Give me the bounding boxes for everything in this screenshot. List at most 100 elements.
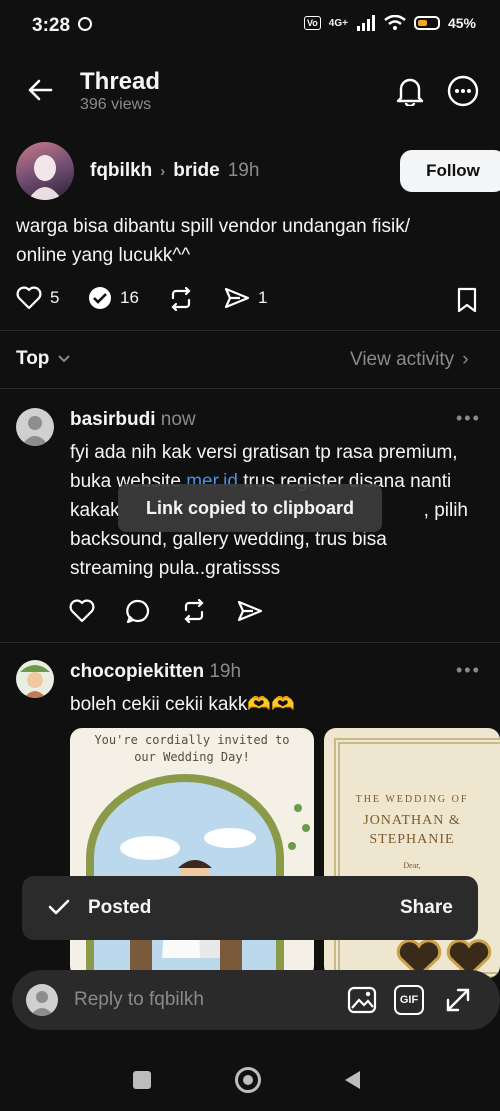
battery-icon bbox=[413, 16, 440, 30]
repost-icon bbox=[184, 598, 204, 624]
couple-illustration bbox=[86, 774, 310, 978]
like-action[interactable]: 5 bbox=[16, 286, 59, 310]
chevron-right-icon: › bbox=[160, 162, 166, 180]
more-options-button[interactable] bbox=[446, 74, 480, 108]
chevron-right-icon: › bbox=[462, 349, 469, 370]
send-icon bbox=[237, 600, 263, 622]
like-count: 5 bbox=[50, 288, 60, 307]
reply-more-button[interactable]: ••• bbox=[456, 408, 481, 429]
heart-icon bbox=[16, 286, 42, 310]
expand-icon bbox=[446, 988, 470, 1012]
reply-header: chocopiekitten 19h bbox=[70, 661, 241, 683]
reply-time: 19h bbox=[209, 661, 242, 682]
comment-icon bbox=[126, 599, 150, 624]
view-activity-label: View activity bbox=[350, 349, 455, 370]
back-nav-button[interactable] bbox=[342, 1069, 362, 1091]
composer-avatar bbox=[26, 984, 58, 1016]
reply-text-line: streaming pula..gratissss bbox=[70, 558, 281, 579]
verified-replies-action[interactable]: 16 bbox=[88, 286, 139, 310]
share-count: 1 bbox=[258, 288, 268, 307]
gif-label: GIF bbox=[399, 994, 419, 1006]
more-dots-icon: ••• bbox=[456, 408, 481, 428]
card-text: JONATHAN & bbox=[363, 813, 461, 828]
posted-snackbar: Posted Share bbox=[22, 876, 478, 940]
post-author-avatar[interactable] bbox=[16, 142, 74, 200]
status-time: 3:28 bbox=[32, 15, 71, 36]
reply-text-line: fyi ada nih kak versi gratisan tp rasa p… bbox=[70, 442, 458, 463]
card-text: Dear, bbox=[403, 861, 421, 870]
signal-icon bbox=[356, 15, 375, 31]
reply-username[interactable]: basirbudi bbox=[70, 409, 156, 430]
bookmark-icon bbox=[457, 287, 477, 313]
divider bbox=[0, 388, 500, 389]
checkmark-icon bbox=[48, 899, 70, 915]
repost-icon bbox=[171, 286, 191, 312]
repost-button[interactable] bbox=[166, 284, 196, 314]
reply-comment-button[interactable] bbox=[124, 597, 152, 625]
repost-count: 16 bbox=[120, 288, 139, 307]
reply-text: boleh cekii cekii kakk🫶🫶 bbox=[70, 694, 295, 715]
system-nav-bar bbox=[0, 1040, 500, 1111]
battery-percent: 45% bbox=[447, 15, 476, 31]
recents-button[interactable] bbox=[133, 1071, 151, 1089]
reply-avatar[interactable] bbox=[16, 408, 54, 446]
reply-repost-button[interactable] bbox=[180, 597, 208, 625]
volte-icon: Vo bbox=[303, 16, 321, 30]
post-username[interactable]: fqbilkh bbox=[90, 160, 152, 182]
clipboard-toast: Link copied to clipboard bbox=[118, 484, 382, 532]
notifications-button[interactable] bbox=[394, 74, 426, 108]
reply-time: now bbox=[160, 409, 196, 430]
card-text: our Wedding Day! bbox=[134, 750, 250, 764]
send-icon bbox=[224, 287, 250, 309]
image-icon bbox=[347, 986, 377, 1014]
reply-username[interactable]: chocopiekitten bbox=[70, 661, 204, 682]
home-button[interactable] bbox=[235, 1067, 261, 1093]
divider bbox=[0, 642, 500, 643]
reply-avatar[interactable] bbox=[16, 660, 54, 698]
home-dot-icon bbox=[243, 1075, 253, 1085]
sort-label: Top bbox=[16, 348, 50, 369]
wedding-invitation-image-1[interactable]: You're cordially invited to our Wedding … bbox=[70, 728, 314, 978]
reply-like-button[interactable] bbox=[68, 598, 96, 624]
reply-more-button[interactable]: ••• bbox=[456, 660, 481, 681]
network-label: 4G+ bbox=[328, 17, 348, 29]
back-button[interactable] bbox=[24, 74, 56, 106]
status-icons: Vo 4G+ 45% bbox=[303, 15, 476, 31]
snackbar-share-button[interactable]: Share bbox=[400, 897, 453, 919]
bookmark-button[interactable] bbox=[454, 286, 480, 314]
wifi-icon bbox=[384, 15, 406, 30]
reply-header: basirbudi now bbox=[70, 409, 196, 431]
more-dots-icon: ••• bbox=[456, 660, 481, 680]
text-span: , pilih bbox=[423, 500, 468, 521]
post-tag[interactable]: bride bbox=[173, 160, 219, 182]
card-text: You're cordially invited to bbox=[94, 733, 290, 747]
image-button[interactable] bbox=[346, 984, 378, 1016]
arrow-left-icon bbox=[28, 79, 53, 101]
card-text: THE WEDDING OF bbox=[355, 794, 469, 805]
wedding-invitation-image-2[interactable]: THE WEDDING OF JONATHAN & STEPHANIE Dear… bbox=[324, 728, 500, 978]
view-count: 396 views bbox=[80, 96, 152, 113]
post-author-line: fqbilkh › bride 19h bbox=[90, 160, 259, 182]
reply-share-button[interactable] bbox=[236, 598, 264, 624]
bell-icon bbox=[396, 78, 424, 106]
expand-button[interactable] bbox=[442, 984, 474, 1016]
check-badge-icon bbox=[89, 287, 111, 309]
text-span: kakak bbox=[70, 500, 120, 521]
threads-status-icon bbox=[78, 17, 92, 31]
reply-input[interactable]: Reply to fqbilkh bbox=[74, 989, 204, 1011]
reply-composer[interactable]: Reply to fqbilkh GIF bbox=[12, 970, 500, 1030]
page-title: Thread bbox=[80, 68, 161, 95]
snackbar-status: Posted bbox=[88, 897, 152, 918]
more-circle-icon bbox=[447, 75, 479, 107]
status-bar: 3:28 Vo 4G+ 45% bbox=[0, 0, 500, 52]
post-time: 19h bbox=[227, 160, 260, 181]
follow-button[interactable]: Follow bbox=[400, 150, 500, 192]
sort-dropdown[interactable]: Top bbox=[16, 348, 71, 370]
heart-icon bbox=[69, 599, 95, 623]
divider bbox=[0, 330, 500, 331]
view-activity-link[interactable]: View activity › bbox=[350, 349, 469, 371]
post-text: warga bisa dibantu spill vendor undangan… bbox=[16, 216, 410, 266]
chevron-down-icon bbox=[58, 355, 71, 363]
share-action[interactable]: 1 bbox=[224, 286, 267, 310]
gif-button[interactable]: GIF bbox=[394, 985, 424, 1015]
